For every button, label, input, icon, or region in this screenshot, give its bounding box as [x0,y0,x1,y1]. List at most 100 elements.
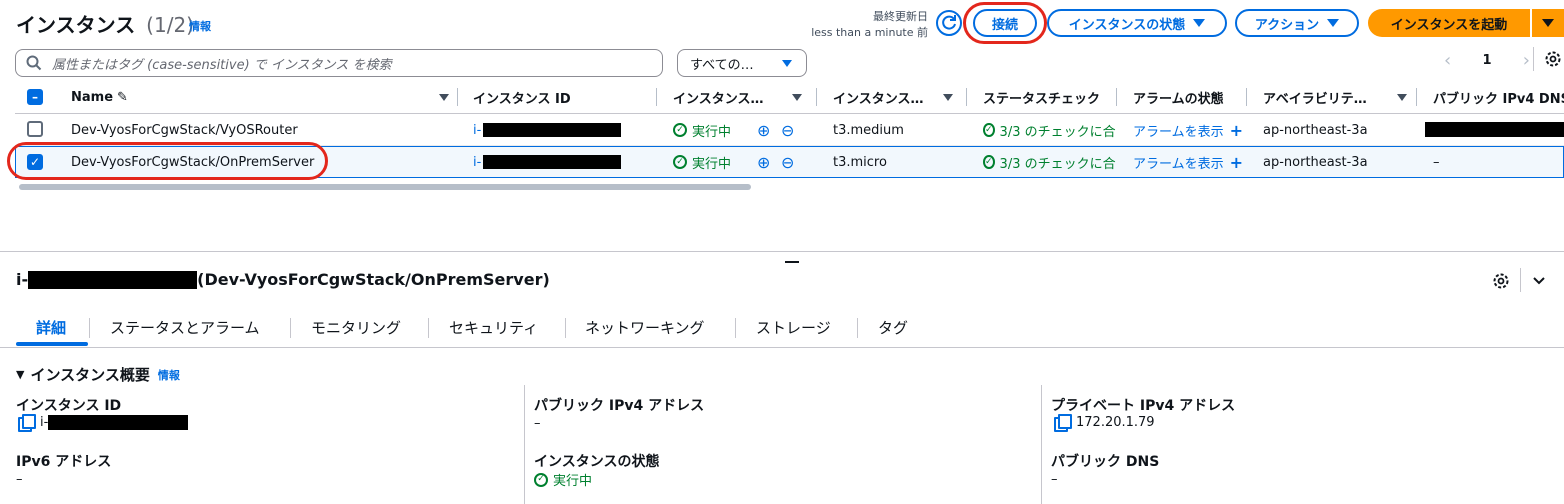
zoom-out-icon[interactable]: ⊖ [781,152,794,172]
row-instance-type: t3.micro [833,154,887,170]
zoom-out-icon[interactable]: ⊖ [781,120,794,140]
summary-section-header[interactable]: ▼ インスタンス概要 情報 [16,364,180,385]
view-alarms-link[interactable]: アラームを表示 + [1133,120,1243,140]
tab-storage[interactable]: ストレージ [756,317,831,338]
copy-icon[interactable] [18,414,36,432]
row-status-check: ✓ 3/3 のチェックに合格しました [983,152,1116,172]
row-status-check-label: 3/3 のチェックに合格しました [999,156,1116,172]
refresh-icon [936,10,962,36]
pagination: ‹ 1 › [1444,50,1530,71]
instance-id-value: i- [18,414,189,432]
sort-caret-icon[interactable] [1397,94,1407,101]
ipv6-value: – [16,472,23,487]
launch-instance-dropdown[interactable] [1532,9,1564,37]
row-instance-id-prefix[interactable]: i- [473,123,481,138]
tab-monitoring[interactable]: モニタリング [311,317,401,338]
split-panel-divider [0,251,1564,252]
row-availability-zone: ap-northeast-3a [1263,122,1368,138]
success-check-icon: ✓ [983,123,995,137]
col-header-name[interactable]: Name ✎ [71,87,128,107]
tab-tags[interactable]: タグ [878,317,908,338]
table-settings-button[interactable] [1544,50,1564,70]
row-instance-state-label: 実行中 [692,156,732,172]
sort-caret-icon[interactable] [943,94,953,101]
zoom-in-icon[interactable]: ⊕ [757,152,770,172]
col-header-instance-type[interactable]: インスタンス… [833,87,923,107]
caret-down-icon: ▼ [16,368,25,381]
instance-state-text: 実行中 [553,474,593,489]
filter-select[interactable]: すべての… [677,49,807,77]
refresh-button[interactable] [935,9,963,37]
col-header-public-dns-label: パブリック IPv4 DNS [1433,91,1564,107]
col-header-instance-state[interactable]: インスタンス… [673,87,763,107]
tab-separator [565,318,566,338]
next-page-icon[interactable]: › [1523,50,1530,71]
active-tab-indicator [16,342,88,346]
instance-state-button[interactable]: インスタンスの状態 [1047,9,1227,37]
horizontal-scrollbar[interactable] [19,184,751,190]
row-instance-state-label: 実行中 [692,124,732,140]
instance-id-prefix: i- [40,414,49,430]
resize-handle[interactable] [785,261,799,263]
private-ipv4-label: プライベート IPv4 アドレス [1051,398,1236,414]
column-separator [1246,88,1247,106]
row-instance-id[interactable]: i- [473,152,622,172]
redacted-instance-id [483,155,622,169]
connect-button[interactable]: 接続 [973,9,1037,37]
launch-instance-button[interactable]: インスタンスを起動 [1368,9,1530,37]
instance-count: (1/2) [146,13,194,37]
col-header-availability-zone-label: アベイラビリテ… [1263,91,1367,107]
prev-page-icon[interactable]: ‹ [1444,50,1451,71]
tab-details[interactable]: 詳細 [36,317,66,338]
search-input[interactable]: 属性またはタグ (case-sensitive) で インスタンス を検索 [15,49,663,77]
col-header-availability-zone[interactable]: アベイラビリテ… [1263,87,1367,107]
col-header-instance-id[interactable]: インスタンス ID [473,87,571,107]
gear-icon [1493,273,1509,289]
last-updated-value: less than a minute 前 [811,26,928,39]
col-header-instance-type-label: インスタンス… [833,91,924,107]
column-separator [656,88,657,106]
row-instance-id-prefix[interactable]: i- [473,155,481,170]
details-settings-button[interactable] [1492,272,1510,290]
page-title: インスタンス (1/2) [16,9,194,38]
collapse-panel-button[interactable] [1531,272,1547,288]
copy-icon[interactable] [1054,414,1072,432]
row-instance-id[interactable]: i- [473,120,622,140]
pagination-divider [1533,47,1534,71]
actions-button[interactable]: アクション [1235,9,1359,37]
tab-security[interactable]: セキュリティ [449,317,538,338]
zoom-in-icon[interactable]: ⊕ [757,120,770,140]
private-ipv4-text: 172.20.1.79 [1076,414,1155,430]
sort-caret-icon[interactable] [792,94,802,101]
row-instance-type: t3.medium [833,122,904,138]
last-updated: 最終更新日 less than a minute 前 [811,9,928,41]
col-header-alarm-state[interactable]: アラームの状態 [1133,87,1224,107]
info-link[interactable]: 情報 [189,18,211,34]
search-placeholder: 属性またはタグ (case-sensitive) で インスタンス を検索 [52,57,392,73]
tab-networking[interactable]: ネットワーキング [585,317,705,338]
select-all-checkbox[interactable]: – [27,89,43,105]
col-header-instance-state-label: インスタンス… [673,91,764,107]
page-number[interactable]: 1 [1482,53,1491,68]
redacted-instance-id [48,414,189,430]
row-checkbox-checked[interactable]: ✓ [27,154,43,170]
column-separator [457,88,458,106]
row-checkbox[interactable] [27,121,43,137]
public-dns-label: パブリック DNS [1051,454,1160,470]
tab-status-alarms[interactable]: ステータスとアラーム [110,317,260,338]
column-separator [816,88,817,106]
col-header-public-dns[interactable]: パブリック IPv4 DNS [1433,87,1564,107]
sort-caret-icon[interactable] [439,94,449,101]
row-availability-zone: ap-northeast-3a [1263,154,1368,170]
col-header-alarm-state-label: アラームの状態 [1133,91,1224,107]
row-name: Dev-VyosForCgwStack/OnPremServer [71,154,315,170]
edit-icon: ✎ [117,89,128,105]
redacted-instance-id [483,123,622,137]
view-alarms-link[interactable]: アラームを表示 + [1133,152,1243,172]
row-status-check: ✓ 3/3 のチェックに合格しました [983,120,1116,140]
col-header-status-check[interactable]: ステータスチェック [983,87,1101,107]
instance-state-label: インスタンスの状態 [1068,17,1186,33]
instance-state-value: ✓ 実行中 [534,470,592,489]
summary-info-link[interactable]: 情報 [158,367,180,383]
tabs-bottom-border [0,347,1564,348]
